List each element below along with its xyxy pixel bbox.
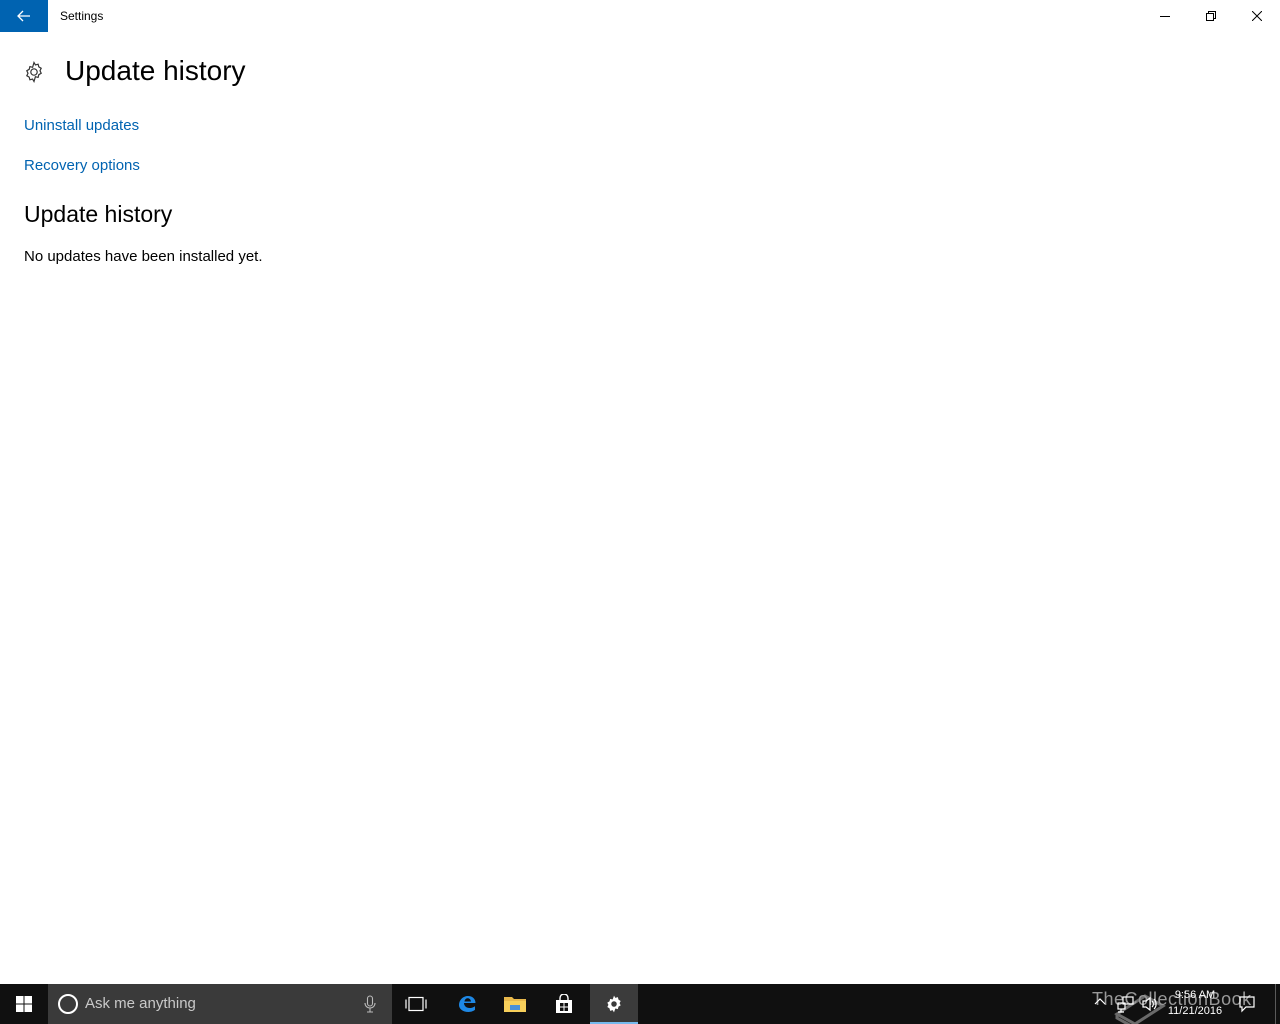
section-title: Update history bbox=[24, 201, 173, 227]
uninstall-updates-link[interactable]: Uninstall updates bbox=[24, 117, 139, 134]
task-view-icon bbox=[405, 996, 427, 1012]
search-placeholder: Ask me anything bbox=[85, 995, 196, 1012]
show-desktop-button[interactable] bbox=[1275, 984, 1276, 1024]
window-title: Settings bbox=[60, 9, 104, 23]
windows-logo-icon bbox=[16, 996, 32, 1012]
search-box[interactable]: Ask me anything bbox=[48, 984, 392, 1024]
clock-date: 11/21/2016 bbox=[1167, 1005, 1223, 1017]
cortana-icon bbox=[58, 994, 78, 1014]
network-icon[interactable] bbox=[1117, 995, 1135, 1013]
gear-icon bbox=[607, 995, 621, 1013]
restore-icon bbox=[1206, 11, 1216, 21]
microphone-icon[interactable] bbox=[364, 995, 376, 1013]
back-button[interactable] bbox=[0, 0, 48, 32]
page-title: Update history bbox=[65, 55, 246, 86]
restore-button[interactable] bbox=[1188, 0, 1234, 32]
action-center-icon[interactable] bbox=[1238, 995, 1256, 1013]
empty-state-message: No updates have been installed yet. bbox=[24, 248, 263, 265]
system-clock[interactable]: 9:56 AM 11/21/2016 bbox=[1160, 987, 1230, 1019]
recovery-options-link[interactable]: Recovery options bbox=[24, 157, 140, 174]
volume-icon[interactable] bbox=[1141, 995, 1159, 1013]
minimize-button[interactable] bbox=[1142, 0, 1188, 32]
taskbar: Ask me anything TheCollectionBook 9:56 A… bbox=[0, 984, 1280, 1024]
store-button[interactable] bbox=[540, 984, 588, 1024]
settings-taskbar-button[interactable] bbox=[590, 984, 638, 1024]
edge-browser-icon bbox=[459, 996, 476, 1012]
minimize-icon bbox=[1160, 16, 1170, 17]
folder-icon bbox=[504, 997, 526, 1012]
title-bar: Settings bbox=[0, 0, 1280, 32]
edge-button[interactable] bbox=[443, 984, 491, 1024]
file-explorer-button[interactable] bbox=[491, 984, 539, 1024]
show-hidden-icons-chevron-up-icon[interactable] bbox=[1094, 996, 1106, 1008]
back-arrow-icon bbox=[17, 10, 30, 22]
store-bag-icon bbox=[556, 994, 572, 1013]
start-button[interactable] bbox=[0, 984, 48, 1024]
close-button[interactable] bbox=[1234, 0, 1280, 32]
clock-time: 9:56 AM bbox=[1174, 989, 1216, 1001]
task-view-button[interactable] bbox=[392, 984, 440, 1024]
gear-icon bbox=[22, 60, 46, 84]
close-icon bbox=[1252, 11, 1262, 21]
